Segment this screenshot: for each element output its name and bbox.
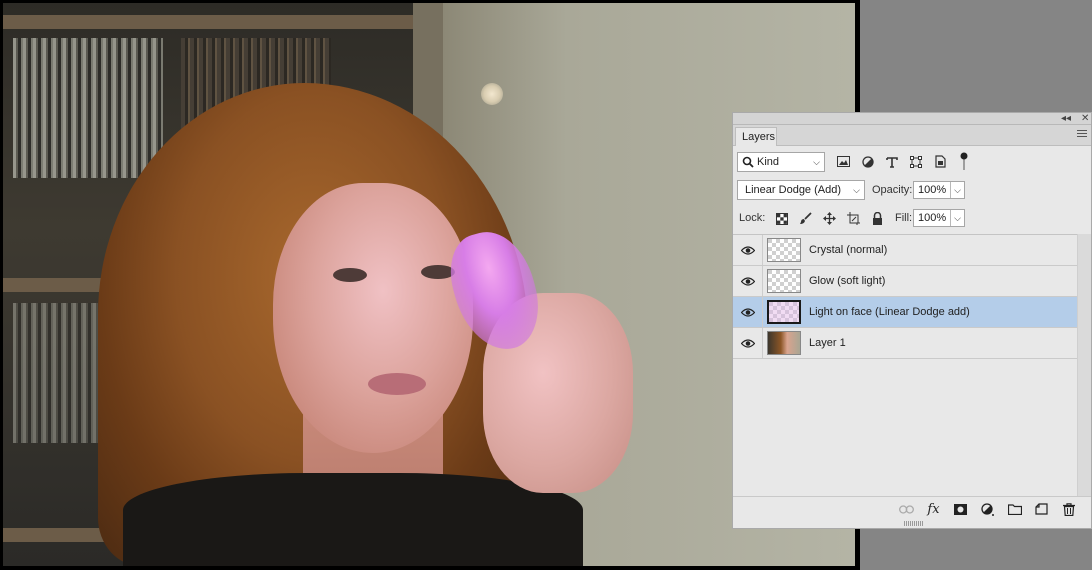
close-panel-icon[interactable]: ✕ <box>1081 113 1089 124</box>
opacity-label: Opacity: <box>872 184 913 196</box>
chevron-down-icon[interactable]: ⌵ <box>954 213 961 224</box>
footer-icon-group: fx <box>898 501 1077 517</box>
shelf-board <box>3 15 443 29</box>
fill-field[interactable]: 100% ⌵ <box>913 209 965 227</box>
panel-title-strip: ◂◂ ✕ <box>733 113 1091 125</box>
shape-filter-icon[interactable] <box>907 153 924 170</box>
layer-name[interactable]: Glow (soft light) <box>809 275 885 287</box>
eye-visibility-icon[interactable] <box>737 242 759 258</box>
face <box>273 183 473 453</box>
panel-footer: fx <box>733 496 1091 520</box>
record-stack <box>13 38 163 178</box>
layer-row[interactable]: Crystal (normal) <box>733 235 1077 266</box>
layer-row[interactable]: Layer 1 <box>733 328 1077 359</box>
lips <box>368 373 426 395</box>
lock-label: Lock: <box>739 212 766 224</box>
layer-row-selected[interactable]: Light on face (Linear Dodge add) <box>733 297 1077 328</box>
layer-name[interactable]: Light on face (Linear Dodge add) <box>809 306 970 318</box>
shirt <box>123 473 583 566</box>
smart-object-filter-icon[interactable] <box>931 153 948 170</box>
link-layers-icon[interactable] <box>898 501 915 517</box>
layer-thumbnail[interactable] <box>767 269 801 293</box>
layer-row[interactable]: Glow (soft light) <box>733 266 1077 297</box>
eye-visibility-icon[interactable] <box>737 304 759 320</box>
opacity-field[interactable]: 100% ⌵ <box>913 181 965 199</box>
filter-row: Kind ⌵ <box>737 152 1089 172</box>
layer-list: Crystal (normal) Glow (soft light) Light… <box>733 234 1077 496</box>
filter-kind-select[interactable]: Kind ⌵ <box>737 152 825 172</box>
opacity-value: 100% <box>918 184 947 196</box>
lock-row: Lock: Fill: 100% ⌵ <box>737 208 1089 228</box>
left-eye <box>333 268 367 282</box>
fx-label: fx <box>927 501 940 517</box>
fx-icon[interactable]: fx <box>925 501 942 517</box>
document-canvas[interactable] <box>0 0 860 570</box>
filter-toggle-icon[interactable] <box>959 152 969 170</box>
chevron-down-icon: ⌵ <box>813 157 820 167</box>
blend-row: Linear Dodge (Add) ⌵ Opacity: 100% ⌵ <box>737 180 1089 200</box>
fill-label: Fill: <box>895 212 913 224</box>
eye-visibility-icon[interactable] <box>737 273 759 289</box>
layers-panel: ◂◂ ✕ Layers Kind ⌵ Linear Dodge (Add) ⌵ … <box>732 112 1092 529</box>
image-filter-icon[interactable] <box>835 153 852 170</box>
fill-value: 100% <box>918 212 947 224</box>
lock-position-icon[interactable] <box>821 210 838 227</box>
eye-visibility-icon[interactable] <box>737 335 759 351</box>
chevron-down-icon[interactable]: ⌵ <box>954 185 961 196</box>
lock-artboard-icon[interactable] <box>845 210 862 227</box>
resize-grip[interactable] <box>904 521 924 526</box>
panel-menu-icon[interactable] <box>1077 130 1087 139</box>
bokeh-light <box>481 83 503 105</box>
lock-icon-group <box>773 210 886 227</box>
collapse-panel-icon[interactable]: ◂◂ <box>1061 113 1071 124</box>
trash-icon[interactable] <box>1060 501 1077 517</box>
layer-thumbnail[interactable] <box>767 331 801 355</box>
filter-kind-label: Kind <box>757 156 780 168</box>
photo-portrait <box>3 3 855 566</box>
add-mask-icon[interactable] <box>952 501 969 517</box>
lock-paint-icon[interactable] <box>797 210 814 227</box>
new-layer-icon[interactable] <box>1033 501 1050 517</box>
blend-mode-select[interactable]: Linear Dodge (Add) ⌵ <box>737 180 865 200</box>
type-filter-icon[interactable] <box>883 153 900 170</box>
search-icon <box>742 156 754 168</box>
tab-layers[interactable]: Layers <box>735 127 777 146</box>
chevron-down-icon: ⌵ <box>853 185 860 195</box>
panel-tab-bar: Layers <box>733 125 1091 146</box>
adjustment-filter-icon[interactable] <box>859 153 876 170</box>
filter-icon-group <box>835 153 948 170</box>
blend-mode-value: Linear Dodge (Add) <box>745 184 842 196</box>
lock-transparent-icon[interactable] <box>773 210 790 227</box>
lock-all-icon[interactable] <box>869 210 886 227</box>
layer-thumbnail[interactable] <box>767 300 801 324</box>
layer-thumbnail[interactable] <box>767 238 801 262</box>
layer-name[interactable]: Layer 1 <box>809 337 846 349</box>
group-folder-icon[interactable] <box>1006 501 1023 517</box>
layer-list-scrollbar[interactable] <box>1077 234 1091 496</box>
adjustment-layer-icon[interactable] <box>979 501 996 517</box>
layer-name[interactable]: Crystal (normal) <box>809 244 887 256</box>
